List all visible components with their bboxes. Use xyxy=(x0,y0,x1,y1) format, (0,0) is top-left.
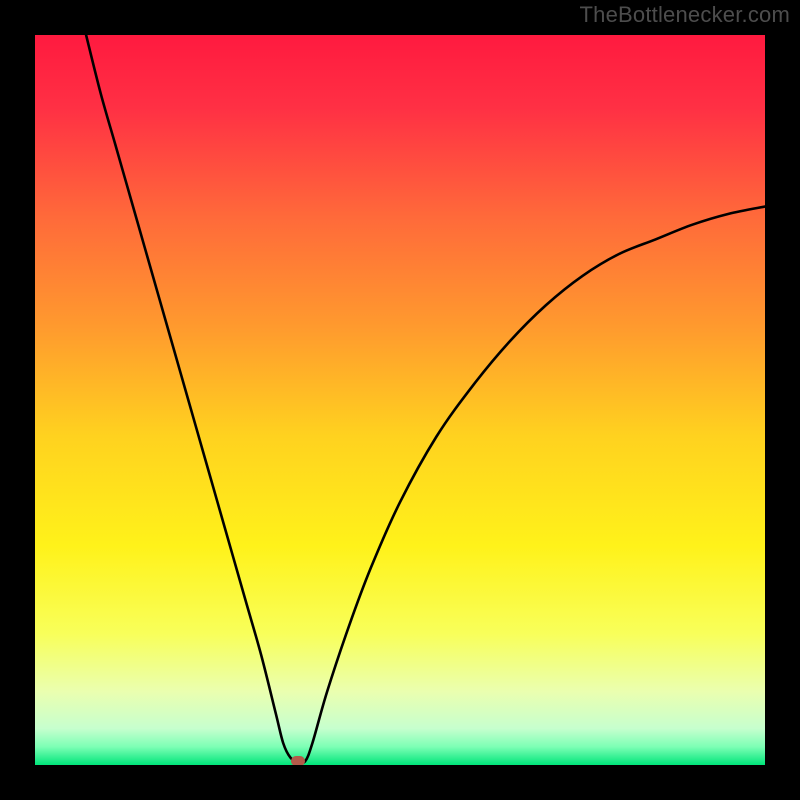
bottleneck-curve-path xyxy=(86,35,765,763)
curve-layer xyxy=(35,35,765,765)
optimal-point-marker xyxy=(291,756,305,765)
watermark-label: TheBottlenecker.com xyxy=(580,2,790,28)
plot-area xyxy=(35,35,765,765)
chart-frame: TheBottlenecker.com xyxy=(0,0,800,800)
